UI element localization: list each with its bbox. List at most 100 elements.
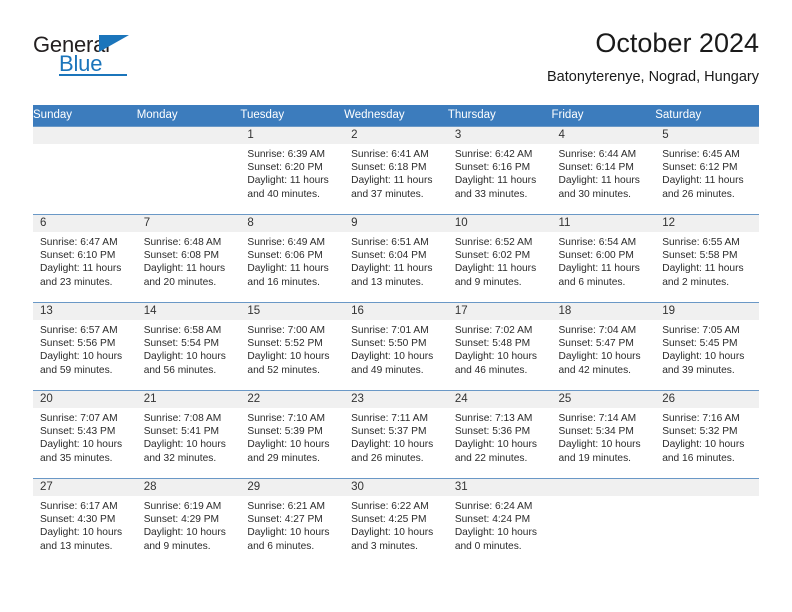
- calendar-day-cell[interactable]: 27 Sunrise: 6:17 AM Sunset: 4:30 PM Dayligh…: [33, 477, 137, 566]
- calendar-day-cell[interactable]: 18 Sunrise: 7:04 AM Sunset: 5:47 PM Dayligh…: [551, 301, 656, 390]
- day-sun-info: Sunrise: 7:04 AM Sunset: 5:47 PM Daylight:…: [552, 320, 656, 378]
- day-number: 7: [136, 214, 241, 232]
- day-number: 4: [551, 126, 656, 144]
- daylight-duration-line2: and 9 minutes.: [143, 540, 211, 552]
- calendar-day-cell-empty: [136, 125, 241, 214]
- weekday-header-wednesday: Wednesday: [344, 105, 448, 126]
- daylight-duration-line2: and 26 minutes.: [662, 188, 735, 200]
- sunrise-time: Sunrise: 7:08 AM: [143, 412, 222, 424]
- general-blue-logo[interactable]: General Blue: [33, 32, 183, 88]
- day-sun-info: Sunrise: 6:51 AM Sunset: 6:04 PM Daylight:…: [344, 232, 448, 290]
- daylight-duration-line1: Daylight: 10 hours: [40, 527, 123, 539]
- daylight-duration-line1: Daylight: 11 hours: [40, 263, 122, 275]
- calendar-day-cell[interactable]: 17 Sunrise: 7:02 AM Sunset: 5:48 PM Dayligh…: [447, 301, 552, 390]
- sunset-time: Sunset: 4:25 PM: [351, 513, 427, 525]
- sunset-time: Sunset: 5:32 PM: [662, 425, 738, 437]
- daylight-duration-line2: and 23 minutes.: [40, 276, 113, 288]
- daylight-duration-line1: Daylight: 10 hours: [351, 351, 434, 363]
- day-number: 3: [447, 126, 552, 144]
- calendar-day-cell[interactable]: 22 Sunrise: 7:10 AM Sunset: 5:39 PM Dayligh…: [240, 389, 345, 478]
- calendar-day-cell[interactable]: 23 Sunrise: 7:11 AM Sunset: 5:37 PM Dayligh…: [344, 389, 448, 478]
- calendar-day-cell[interactable]: 14 Sunrise: 6:58 AM Sunset: 5:54 PM Dayligh…: [136, 301, 241, 390]
- day-number: 31: [447, 478, 552, 496]
- calendar-day-cell[interactable]: 21 Sunrise: 7:08 AM Sunset: 5:41 PM Dayligh…: [136, 389, 241, 478]
- day-number: [33, 126, 137, 144]
- calendar-day-cell[interactable]: 30 Sunrise: 6:22 AM Sunset: 4:25 PM Dayligh…: [344, 477, 448, 566]
- calendar-day-cell[interactable]: 10 Sunrise: 6:52 AM Sunset: 6:02 PM Dayligh…: [447, 213, 552, 302]
- calendar-day-cell[interactable]: 31 Sunrise: 6:24 AM Sunset: 4:24 PM Dayligh…: [447, 477, 552, 566]
- sunrise-time: Sunrise: 6:54 AM: [558, 236, 637, 248]
- calendar-day-cell[interactable]: 20 Sunrise: 7:07 AM Sunset: 5:43 PM Dayligh…: [33, 389, 137, 478]
- day-sun-info: Sunrise: 6:42 AM Sunset: 6:16 PM Daylight:…: [448, 144, 552, 202]
- calendar-day-cell[interactable]: 11 Sunrise: 6:54 AM Sunset: 6:00 PM Dayligh…: [551, 213, 656, 302]
- sunset-time: Sunset: 6:10 PM: [40, 249, 116, 261]
- day-sun-info: Sunrise: 6:44 AM Sunset: 6:14 PM Daylight:…: [552, 144, 656, 202]
- day-sun-info: Sunrise: 6:41 AM Sunset: 6:18 PM Daylight:…: [344, 144, 448, 202]
- calendar-day-cell[interactable]: 1 Sunrise: 6:39 AM Sunset: 6:20 PM Daylight…: [240, 125, 345, 214]
- calendar-grid: Sunday Monday Tuesday Wednesday Thursday…: [33, 105, 759, 566]
- calendar-day-cell[interactable]: 24 Sunrise: 7:13 AM Sunset: 5:36 PM Dayligh…: [447, 389, 552, 478]
- day-number: 20: [33, 390, 137, 408]
- sunrise-time: Sunrise: 6:55 AM: [662, 236, 740, 248]
- calendar-day-cell[interactable]: 2 Sunrise: 6:41 AM Sunset: 6:18 PM Daylight…: [344, 125, 448, 214]
- calendar-day-cell[interactable]: 6 Sunrise: 6:47 AM Sunset: 6:10 PM Daylight…: [33, 213, 137, 302]
- calendar-day-cell[interactable]: 8 Sunrise: 6:49 AM Sunset: 6:06 PM Daylight…: [240, 213, 345, 302]
- daylight-duration-line1: Daylight: 11 hours: [662, 263, 744, 275]
- daylight-duration-line1: Daylight: 10 hours: [247, 351, 330, 363]
- sunset-time: Sunset: 5:39 PM: [247, 425, 323, 437]
- calendar-day-cell[interactable]: 9 Sunrise: 6:51 AM Sunset: 6:04 PM Daylight…: [344, 213, 448, 302]
- calendar-day-cell[interactable]: 7 Sunrise: 6:48 AM Sunset: 6:08 PM Daylight…: [136, 213, 241, 302]
- daylight-duration-line2: and 22 minutes.: [454, 452, 528, 464]
- sunrise-time: Sunrise: 6:45 AM: [662, 148, 740, 160]
- calendar-day-cell[interactable]: 28 Sunrise: 6:19 AM Sunset: 4:29 PM Dayligh…: [136, 477, 241, 566]
- day-number: 5: [655, 126, 759, 144]
- calendar-day-cell[interactable]: 29 Sunrise: 6:21 AM Sunset: 4:27 PM Dayligh…: [240, 477, 345, 566]
- daylight-duration-line2: and 26 minutes.: [351, 452, 424, 464]
- day-sun-info: Sunrise: 6:21 AM Sunset: 4:27 PM Daylight:…: [240, 496, 344, 554]
- calendar-day-cell[interactable]: 25 Sunrise: 7:14 AM Sunset: 5:34 PM Dayligh…: [551, 389, 656, 478]
- daylight-duration-line1: Daylight: 10 hours: [143, 351, 226, 363]
- sunrise-time: Sunrise: 7:05 AM: [662, 324, 740, 336]
- sunset-time: Sunset: 5:37 PM: [351, 425, 427, 437]
- day-number: 15: [240, 302, 345, 320]
- sunset-time: Sunset: 5:56 PM: [40, 337, 116, 349]
- calendar-day-cell[interactable]: 19 Sunrise: 7:05 AM Sunset: 5:45 PM Dayligh…: [655, 301, 759, 390]
- day-sun-info: Sunrise: 7:00 AM Sunset: 5:52 PM Daylight:…: [240, 320, 344, 378]
- daylight-duration-line1: Daylight: 11 hours: [662, 175, 744, 187]
- daylight-duration-line2: and 46 minutes.: [454, 364, 528, 376]
- daylight-duration-line1: Daylight: 10 hours: [662, 351, 745, 363]
- calendar-week-row: 1 Sunrise: 6:39 AM Sunset: 6:20 PM Daylight…: [33, 125, 759, 214]
- day-sun-info: Sunrise: 6:48 AM Sunset: 6:08 PM Daylight:…: [137, 232, 241, 290]
- calendar-day-cell[interactable]: 15 Sunrise: 7:00 AM Sunset: 5:52 PM Dayligh…: [240, 301, 345, 390]
- day-number: 27: [33, 478, 137, 496]
- daylight-duration-line1: Daylight: 11 hours: [143, 263, 226, 275]
- calendar-day-cell[interactable]: 26 Sunrise: 7:16 AM Sunset: 5:32 PM Dayligh…: [655, 389, 759, 478]
- day-number: 17: [447, 302, 552, 320]
- weekday-header-monday: Monday: [136, 105, 241, 126]
- daylight-duration-line1: Daylight: 10 hours: [351, 527, 434, 539]
- sunset-time: Sunset: 4:24 PM: [454, 513, 531, 525]
- sunset-time: Sunset: 6:08 PM: [143, 249, 220, 261]
- calendar-day-cell[interactable]: 16 Sunrise: 7:01 AM Sunset: 5:50 PM Dayligh…: [344, 301, 448, 390]
- calendar-day-cell[interactable]: 12 Sunrise: 6:55 AM Sunset: 5:58 PM Dayligh…: [655, 213, 759, 302]
- day-sun-info: Sunrise: 6:52 AM Sunset: 6:02 PM Daylight:…: [448, 232, 552, 290]
- sunrise-time: Sunrise: 6:57 AM: [40, 324, 118, 336]
- day-number: 22: [240, 390, 345, 408]
- calendar-day-cell[interactable]: 3 Sunrise: 6:42 AM Sunset: 6:16 PM Daylight…: [447, 125, 552, 214]
- day-sun-info: Sunrise: 7:16 AM Sunset: 5:32 PM Daylight:…: [655, 408, 759, 466]
- daylight-duration-line1: Daylight: 11 hours: [558, 263, 640, 275]
- calendar-day-cell[interactable]: 13 Sunrise: 6:57 AM Sunset: 5:56 PM Dayligh…: [33, 301, 137, 390]
- sunrise-time: Sunrise: 7:14 AM: [558, 412, 637, 424]
- daylight-duration-line2: and 0 minutes.: [454, 540, 522, 552]
- daylight-duration-line1: Daylight: 10 hours: [454, 351, 537, 363]
- calendar-day-cell[interactable]: 4 Sunrise: 6:44 AM Sunset: 6:14 PM Daylight…: [551, 125, 656, 214]
- day-sun-info: Sunrise: 6:57 AM Sunset: 5:56 PM Daylight:…: [33, 320, 137, 378]
- calendar-day-cell[interactable]: 5 Sunrise: 6:45 AM Sunset: 6:12 PM Daylight…: [655, 125, 759, 214]
- sunrise-time: Sunrise: 6:44 AM: [558, 148, 637, 160]
- daylight-duration-line2: and 13 minutes.: [351, 276, 424, 288]
- sunrise-time: Sunrise: 6:52 AM: [454, 236, 533, 248]
- day-sun-info: Sunrise: 6:49 AM Sunset: 6:06 PM Daylight:…: [240, 232, 344, 290]
- daylight-duration-line1: Daylight: 10 hours: [662, 439, 745, 451]
- sunrise-time: Sunrise: 7:07 AM: [40, 412, 118, 424]
- sunset-time: Sunset: 6:02 PM: [454, 249, 531, 261]
